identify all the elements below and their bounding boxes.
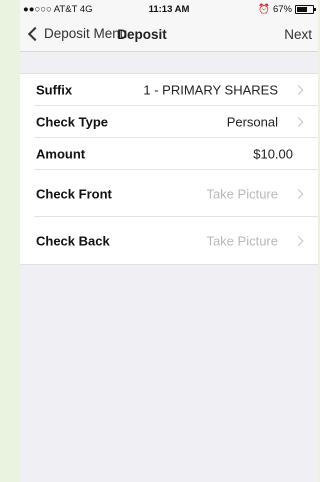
- suffix-value: 1 - PRIMARY SHARES: [143, 82, 278, 98]
- status-bar: ●●○○○ AT&T 4G 11:13 AM ⏰ 67%: [20, 0, 318, 18]
- amount-row[interactable]: Amount $10.00: [20, 138, 318, 170]
- check-type-row[interactable]: Check Type Personal: [20, 106, 318, 138]
- chevron-right-icon: [293, 117, 304, 127]
- suffix-row[interactable]: Suffix 1 - PRIMARY SHARES: [20, 74, 318, 106]
- phone-screen: ●●○○○ AT&T 4G 11:13 AM ⏰ 67% Deposit Men…: [20, 0, 318, 482]
- alarm-icon: ⏰: [258, 4, 270, 15]
- back-button[interactable]: Deposit Menu: [27, 26, 128, 41]
- check-back-label: Check Back: [36, 233, 110, 248]
- battery-percent: 67%: [272, 4, 292, 15]
- check-type-label: Check Type: [36, 114, 109, 130]
- status-right: ⏰ 67%: [258, 4, 316, 15]
- battery-icon: [295, 5, 316, 14]
- deposit-form: Suffix 1 - PRIMARY SHARES Check Type Per…: [20, 73, 318, 265]
- chevron-right-icon: [293, 188, 304, 199]
- check-type-value: Personal: [226, 114, 278, 130]
- check-front-label: Check Front: [36, 186, 112, 201]
- check-front-value: Take Picture: [206, 186, 278, 201]
- suffix-label: Suffix: [36, 82, 73, 98]
- chevron-left-icon: [27, 26, 43, 41]
- amount-label: Amount: [36, 146, 86, 162]
- amount-value[interactable]: $10.00: [253, 147, 293, 162]
- check-back-value: Take Picture: [206, 233, 278, 248]
- check-back-row[interactable]: Check Back Take Picture: [20, 217, 318, 264]
- chevron-right-icon: [293, 85, 304, 95]
- back-button-label: Deposit Menu: [44, 26, 128, 41]
- chevron-right-icon: [293, 235, 304, 246]
- next-button[interactable]: Next: [284, 27, 312, 42]
- check-front-row[interactable]: Check Front Take Picture: [20, 170, 318, 217]
- navigation-bar: Deposit Menu Deposit Next: [20, 18, 318, 52]
